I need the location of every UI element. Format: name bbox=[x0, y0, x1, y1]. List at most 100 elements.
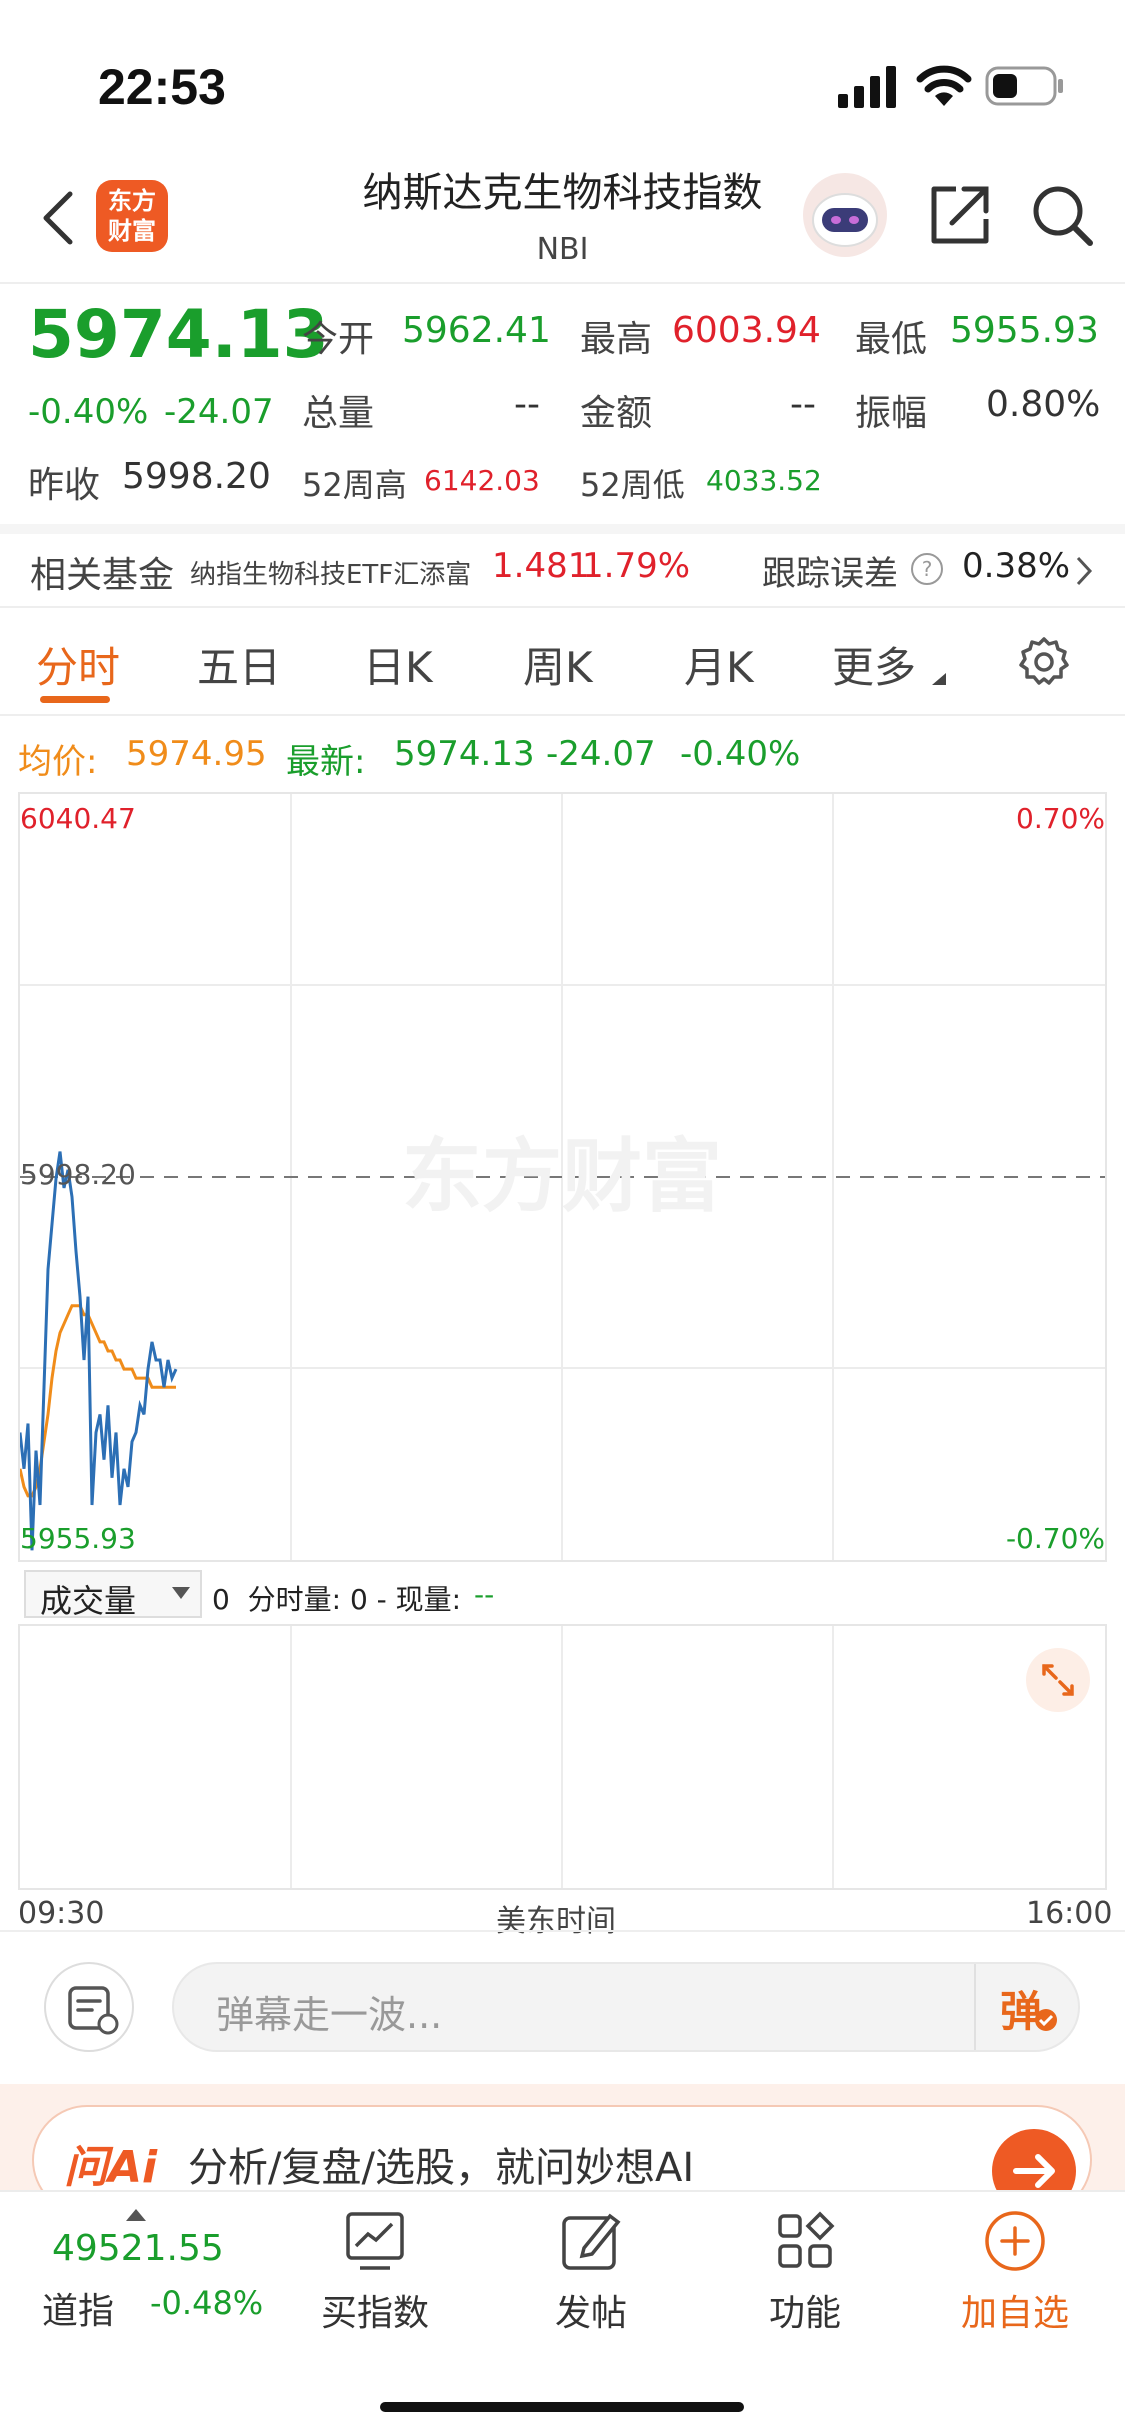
change-pct: -0.40% bbox=[28, 392, 149, 432]
nav-add-watchlist[interactable]: 加自选 bbox=[930, 2192, 1100, 2392]
dow-index-value: 49521.55 bbox=[52, 2228, 224, 2269]
danmu-divider bbox=[974, 1964, 976, 2050]
52wk-low-value: 4033.52 bbox=[706, 464, 822, 497]
caret-down-icon bbox=[932, 670, 946, 689]
nav-buy-index-label: 买指数 bbox=[320, 2293, 429, 2334]
tab-daily-k[interactable]: 日K bbox=[363, 634, 433, 695]
tab-intraday[interactable]: 分时 bbox=[36, 634, 120, 695]
tab-weekly-k[interactable]: 周K bbox=[523, 634, 593, 695]
amount-value: -- bbox=[790, 384, 816, 425]
volume-current: -- bbox=[474, 1578, 495, 1611]
low-label: 最低 bbox=[855, 319, 928, 360]
wifi-icon bbox=[916, 62, 972, 112]
fund-price: 1.481 bbox=[492, 546, 590, 586]
pct-max-label: 0.70% bbox=[1016, 802, 1105, 835]
check-badge-icon bbox=[1034, 2008, 1058, 2036]
avg-value: 5974.95 bbox=[126, 734, 267, 774]
tab-more[interactable]: 更多 bbox=[832, 634, 916, 695]
danmu-placeholder: 弹幕走一波... bbox=[216, 1993, 443, 2037]
avg-label: 均价: bbox=[18, 742, 98, 782]
high-label: 最高 bbox=[580, 319, 653, 360]
open-value: 5962.41 bbox=[402, 310, 551, 351]
chart-trend-icon bbox=[342, 2208, 408, 2278]
dow-index-widget[interactable]: 49521.55 道指 -0.48% bbox=[0, 2192, 270, 2392]
current-price: 5974.13 bbox=[28, 296, 329, 373]
ai-banner-text: 分析/复盘/选股，就问妙想AI bbox=[188, 2145, 695, 2191]
time-axis-zone: 美东时间 bbox=[496, 1904, 616, 1939]
y-max-label: 6040.47 bbox=[20, 802, 136, 835]
price-line bbox=[20, 1151, 178, 1551]
related-fund-row[interactable]: 相关基金 纳指生物科技ETF汇添富 1.481 1.79% 跟踪误差 ? 0.3… bbox=[0, 534, 1125, 604]
danmu-input[interactable]: 弹幕走一波... 弹 bbox=[172, 1962, 1080, 2052]
amplitude-label: 振幅 bbox=[855, 393, 928, 434]
time-axis-start: 09:30 bbox=[18, 1896, 105, 1931]
nav-buy-index[interactable]: 买指数 bbox=[290, 2192, 460, 2392]
tab-monthly-k[interactable]: 月K bbox=[684, 634, 754, 695]
add-circle-icon bbox=[982, 2208, 1048, 2278]
tracking-error-value: 0.38% bbox=[962, 546, 1071, 586]
volume-selector-label: 成交量 bbox=[40, 1582, 137, 1620]
volume-stats: 0 分时量: 0 - 现量: bbox=[212, 1583, 462, 1616]
latest-pct: -0.40% bbox=[680, 734, 801, 774]
52wk-low-label: 52周低 bbox=[580, 466, 685, 504]
fund-pct: 1.79% bbox=[582, 546, 691, 586]
svg-text:?: ? bbox=[922, 557, 933, 581]
app-logo: 东方 财富 bbox=[96, 180, 168, 252]
danmu-toggle-icon[interactable] bbox=[44, 1962, 134, 2052]
volume-label: 总量 bbox=[302, 393, 375, 434]
52wk-high-label: 52周高 bbox=[302, 466, 407, 504]
prev-close-label: 昨收 bbox=[28, 465, 101, 506]
time-axis-end: 16:00 bbox=[1026, 1896, 1113, 1931]
tab-active-indicator bbox=[40, 696, 110, 703]
change-value: -24.07 bbox=[164, 392, 274, 432]
volume-value: -- bbox=[514, 384, 540, 425]
fund-section-label: 相关基金 bbox=[30, 555, 175, 596]
home-indicator bbox=[380, 2402, 744, 2412]
tracking-error-label: 跟踪误差 bbox=[762, 554, 898, 594]
chevron-right-icon bbox=[1074, 554, 1096, 592]
latest-change: -24.07 bbox=[546, 734, 656, 774]
fund-name: 纳指生物科技ETF汇添富 bbox=[190, 560, 472, 590]
ai-brand-logo: 问Ai bbox=[64, 2142, 158, 2193]
settings-gear-icon[interactable] bbox=[1018, 636, 1070, 692]
back-icon[interactable] bbox=[38, 188, 78, 252]
help-icon[interactable]: ? bbox=[910, 552, 944, 590]
high-value: 6003.94 bbox=[672, 310, 821, 351]
latest-label: 最新: bbox=[286, 742, 366, 782]
dropdown-caret-icon bbox=[172, 1586, 190, 1605]
52wk-high-value: 6142.03 bbox=[424, 464, 540, 497]
nav-post-label: 发帖 bbox=[554, 2293, 627, 2334]
nav-functions[interactable]: 功能 bbox=[720, 2192, 890, 2392]
robot-avatar-icon[interactable] bbox=[800, 170, 890, 264]
collapse-caret-icon bbox=[126, 2206, 146, 2225]
share-icon[interactable] bbox=[928, 183, 992, 251]
tab-5day[interactable]: 五日 bbox=[197, 634, 281, 695]
amplitude-value: 0.80% bbox=[986, 384, 1101, 425]
low-value: 5955.93 bbox=[950, 310, 1099, 351]
page-title: 纳斯达克生物科技指数 bbox=[362, 170, 763, 216]
volume-selector[interactable]: 成交量 bbox=[24, 1570, 202, 1620]
search-icon[interactable] bbox=[1030, 183, 1096, 253]
intraday-chart[interactable]: 东方财富 6040.47 0.70% 5998.20 5955.93 -0.70… bbox=[18, 792, 1107, 1562]
index-code: NBI bbox=[536, 232, 589, 267]
nav-add-watchlist-label: 加自选 bbox=[960, 2293, 1069, 2334]
dow-index-name: 道指 bbox=[42, 2291, 115, 2332]
chart-watermark: 东方财富 bbox=[402, 1130, 722, 1223]
nav-post[interactable]: 发帖 bbox=[506, 2192, 676, 2392]
edit-icon bbox=[558, 2208, 624, 2278]
prev-close-value: 5998.20 bbox=[122, 456, 271, 497]
dow-index-pct: -0.48% bbox=[150, 2284, 264, 2322]
expand-icon[interactable] bbox=[1026, 1648, 1090, 1712]
y-min-label: 5955.93 bbox=[20, 1522, 136, 1555]
pct-min-label: -0.70% bbox=[1005, 1522, 1105, 1555]
grid-apps-icon bbox=[772, 2208, 838, 2278]
status-time: 22:53 bbox=[98, 59, 226, 115]
latest-value: 5974.13 bbox=[394, 734, 535, 774]
intraday-chart-svg: 东方财富 bbox=[20, 794, 1105, 1560]
signal-icon bbox=[838, 64, 902, 112]
prev-close-line-label: 5998.20 bbox=[20, 1158, 136, 1191]
battery-icon bbox=[985, 66, 1065, 110]
nav-functions-label: 功能 bbox=[768, 2293, 841, 2334]
amount-label: 金额 bbox=[580, 393, 653, 434]
volume-chart bbox=[18, 1624, 1107, 1890]
